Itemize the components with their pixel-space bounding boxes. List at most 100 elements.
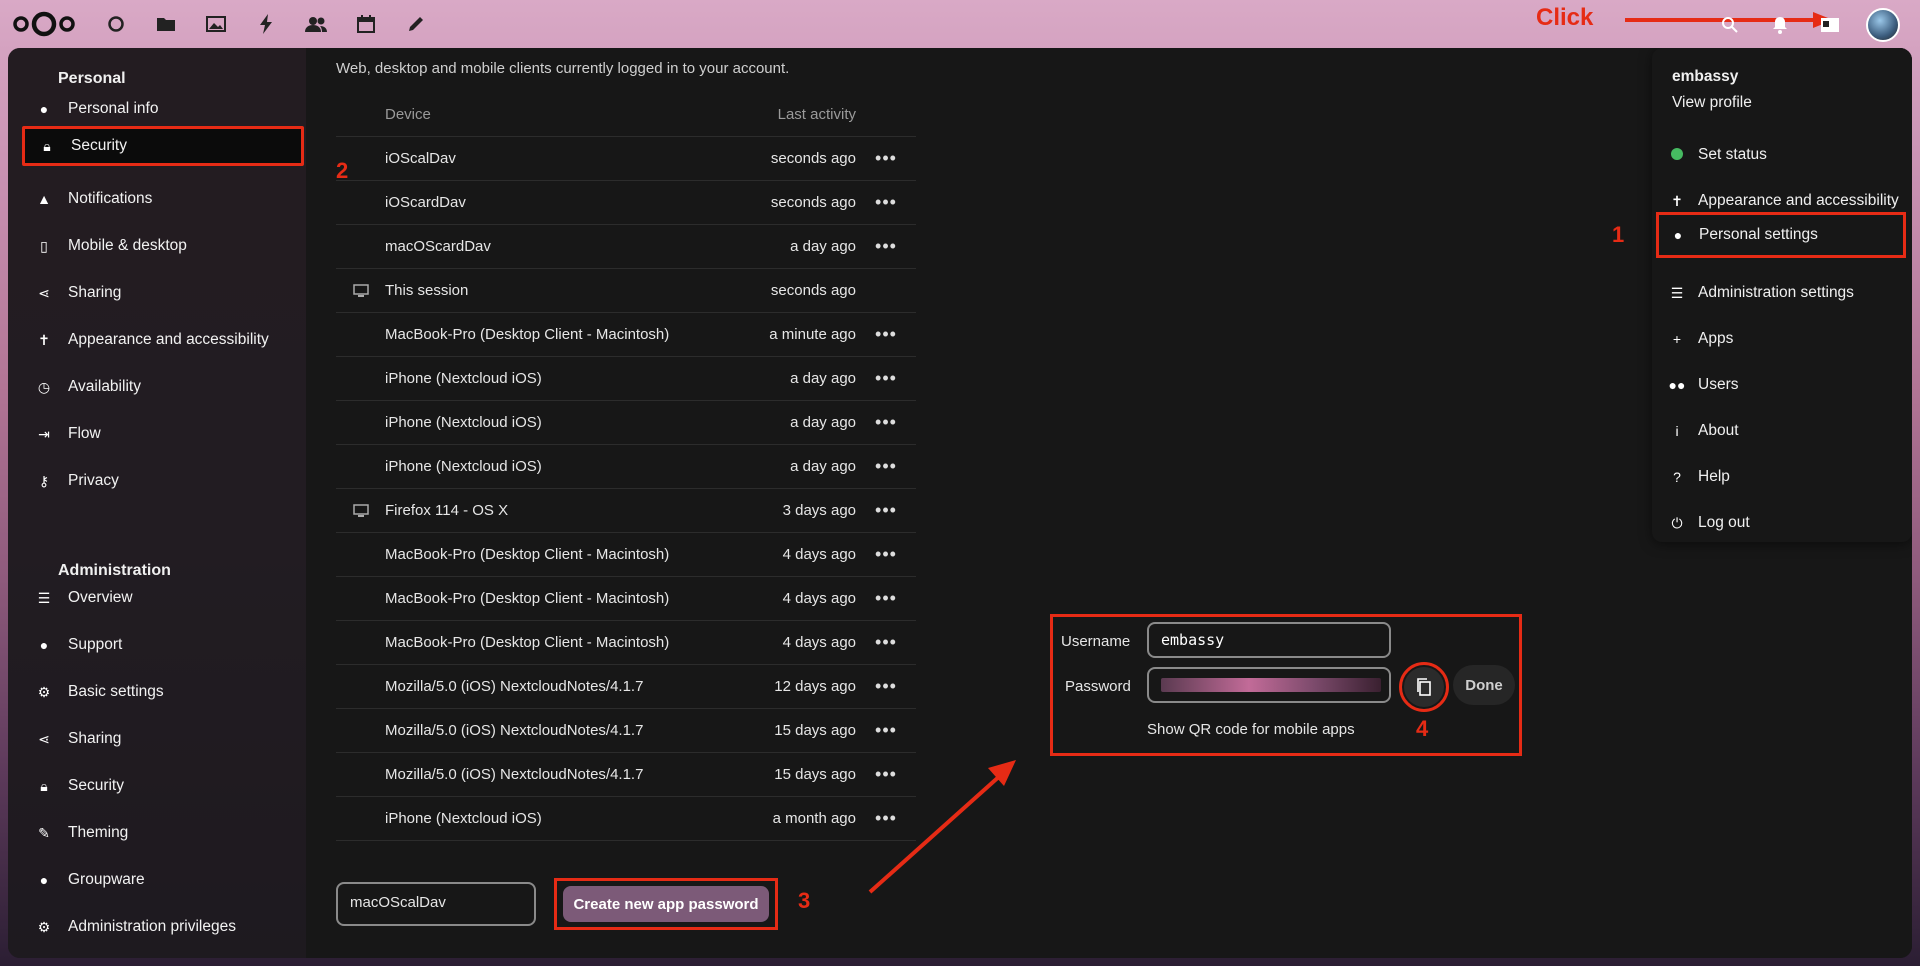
search-icon[interactable] — [1716, 11, 1744, 39]
user-menu: embassy View profile Set status ✝ Appeara… — [1652, 48, 1912, 542]
session-last-activity: a month ago — [772, 810, 856, 827]
calendar-icon[interactable] — [350, 10, 382, 38]
menu-set-status[interactable]: Set status — [1658, 134, 1902, 176]
sidebar-item-theming[interactable]: ✎ Theming — [22, 814, 304, 852]
person-icon: ● — [1673, 227, 1683, 243]
sidebar-item-availability[interactable]: ◷ Availability — [22, 368, 304, 406]
sidebar-item-admin-privileges[interactable]: ⚙ Administration privileges — [22, 908, 304, 946]
session-device: MacBook-Pro (Desktop Client - Macintosh) — [385, 326, 670, 343]
more-actions-icon[interactable]: ••• — [856, 148, 916, 169]
session-device: Firefox 114 - OS X — [385, 502, 509, 519]
session-last-activity: a day ago — [790, 370, 856, 387]
session-device: MacBook-Pro (Desktop Client - Macintosh) — [385, 634, 670, 651]
session-device: iPhone (Nextcloud iOS) — [385, 370, 542, 387]
app-name-input[interactable]: macOScalDav — [336, 882, 536, 926]
menu-administration-settings[interactable]: ☰ Administration settings — [1658, 272, 1902, 314]
more-actions-icon[interactable]: ••• — [856, 236, 916, 257]
show-qr-link[interactable]: Show QR code for mobile apps — [1147, 721, 1355, 738]
sidebar-item-privacy[interactable]: ⚷ Privacy — [22, 462, 304, 500]
table-row: iOScalDav seconds ago ••• — [336, 137, 916, 181]
nextcloud-logo[interactable] — [12, 10, 76, 38]
more-actions-icon[interactable]: ••• — [856, 720, 916, 741]
table-header: Device Last activity — [336, 92, 916, 137]
dashboard-icon[interactable] — [100, 10, 132, 38]
menu-apps[interactable]: + Apps — [1658, 318, 1902, 360]
more-actions-icon[interactable]: ••• — [856, 676, 916, 697]
more-actions-icon[interactable]: ••• — [856, 632, 916, 653]
password-field[interactable] — [1147, 667, 1391, 703]
contacts-icon[interactable] — [300, 10, 332, 38]
session-last-activity: 12 days ago — [774, 678, 856, 695]
more-actions-icon[interactable]: ••• — [856, 588, 916, 609]
more-actions-icon[interactable]: ••• — [856, 192, 916, 213]
menu-item-label: Apps — [1698, 330, 1734, 347]
more-actions-icon[interactable]: ••• — [856, 544, 916, 565]
sidebar-item-appearance[interactable]: ✝ Appearance and accessibility — [22, 321, 304, 359]
sidebar-item-label: Sharing — [68, 284, 122, 301]
menu-log-out[interactable]: ⏻ Log out — [1658, 502, 1902, 544]
step-2-marker: 2 — [336, 158, 349, 183]
files-icon[interactable] — [150, 10, 182, 38]
table-row: iPhone (Nextcloud iOS) a day ago ••• — [336, 401, 916, 445]
photos-icon[interactable] — [200, 10, 232, 38]
session-device: iPhone (Nextcloud iOS) — [385, 458, 542, 475]
person-icon: ● — [39, 101, 49, 117]
notes-icon[interactable] — [400, 10, 432, 38]
menu-help[interactable]: ? Help — [1658, 456, 1902, 498]
sidebar-item-label: Appearance and accessibility — [68, 331, 269, 348]
sidebar-item-label: Theming — [68, 824, 129, 841]
contacts-menu-icon[interactable] — [1816, 11, 1844, 39]
session-last-activity: a minute ago — [769, 326, 856, 343]
monitor-icon — [336, 283, 385, 298]
sidebar-item-admin-security[interactable]: 🔒︎ Security — [22, 767, 304, 805]
table-row: MacBook-Pro (Desktop Client - Macintosh)… — [336, 621, 916, 665]
sidebar-item-admin-sharing[interactable]: ⋖ Sharing — [22, 720, 304, 758]
create-app-password-button[interactable]: Create new app password — [563, 886, 769, 922]
more-actions-icon[interactable]: ••• — [856, 412, 916, 433]
app-password-credentials: Username embassy Password Done Show QR c… — [1050, 614, 1522, 756]
sidebar-item-sharing[interactable]: ⋖ Sharing — [22, 274, 304, 312]
sidebar-item-label: Overview — [68, 589, 133, 606]
sidebar-item-support[interactable]: ● Support — [22, 626, 304, 664]
sidebar-item-flow[interactable]: ⇥ Flow — [22, 415, 304, 453]
sidebar-item-label: Availability — [68, 378, 141, 395]
sidebar-item-notifications[interactable]: ▲ Notifications — [22, 180, 304, 218]
session-device: iOScalDav — [385, 150, 456, 167]
more-actions-icon[interactable]: ••• — [856, 500, 916, 521]
menu-about[interactable]: i About — [1658, 410, 1902, 452]
key-icon: ⚷ — [38, 472, 50, 489]
session-last-activity: 15 days ago — [774, 722, 856, 739]
list-icon: ☰ — [1670, 284, 1684, 301]
activity-icon[interactable] — [250, 10, 282, 38]
sidebar-item-overview[interactable]: ☰ Overview — [22, 579, 304, 617]
sidebar-item-label: Flow — [68, 425, 101, 442]
avatar[interactable] — [1866, 8, 1900, 42]
table-row: iPhone (Nextcloud iOS) a day ago ••• — [336, 357, 916, 401]
notifications-icon[interactable] — [1766, 11, 1794, 39]
sidebar-item-security[interactable]: 🔒︎ Security — [22, 126, 304, 166]
menu-personal-settings[interactable]: ● Personal settings — [1656, 212, 1906, 258]
menu-item-label: Help — [1698, 468, 1730, 485]
username-field[interactable]: embassy — [1147, 622, 1391, 658]
sidebar-item-basic-settings[interactable]: ⚙ Basic settings — [22, 673, 304, 711]
more-actions-icon[interactable]: ••• — [856, 368, 916, 389]
app-container: Personal ● Personal info 🔒︎ Security ▲ Noti… — [8, 48, 1912, 958]
sidebar-item-personal-info[interactable]: ● Personal info — [22, 90, 304, 128]
more-actions-icon[interactable]: ••• — [856, 456, 916, 477]
table-row: This session seconds ago — [336, 269, 916, 313]
phone-icon: ▯ — [40, 237, 48, 254]
sidebar-item-mobile-desktop[interactable]: ▯ Mobile & desktop — [22, 227, 304, 265]
done-button[interactable]: Done — [1453, 665, 1515, 705]
plus-icon: + — [1672, 331, 1682, 347]
sidebar-item-label: Mobile & desktop — [68, 237, 187, 254]
step-3-arrow — [868, 760, 1016, 894]
table-row: iPhone (Nextcloud iOS) a day ago ••• — [336, 445, 916, 489]
more-actions-icon[interactable]: ••• — [856, 324, 916, 345]
copy-icon[interactable] — [1404, 667, 1444, 707]
menu-users[interactable]: ●● Users — [1658, 364, 1902, 406]
sidebar-item-groupware[interactable]: ● Groupware — [22, 861, 304, 899]
session-device: MacBook-Pro (Desktop Client - Macintosh) — [385, 590, 670, 607]
view-profile-link[interactable]: View profile — [1672, 94, 1752, 112]
table-row: iPhone (Nextcloud iOS) a month ago ••• — [336, 797, 916, 841]
top-bar: Click — [0, 0, 1920, 48]
